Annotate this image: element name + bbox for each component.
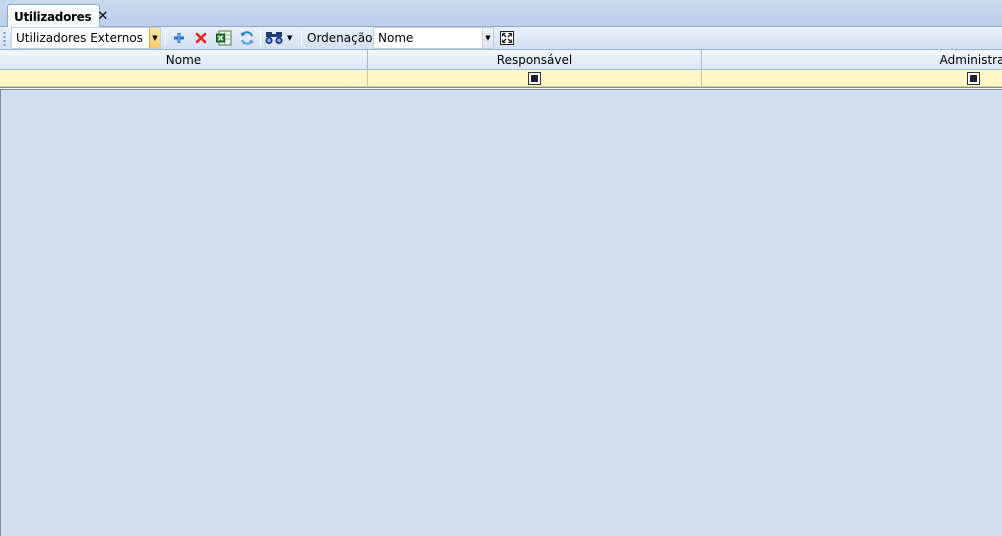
chevron-down-icon[interactable]: ▼ <box>482 28 493 48</box>
toolbar-separator <box>165 30 166 46</box>
fit-columns-button[interactable] <box>497 29 517 47</box>
toolbar-separator <box>260 30 261 46</box>
responsavel-filter-checkbox[interactable] <box>528 72 541 85</box>
close-icon[interactable]: ✕ <box>97 10 108 23</box>
refresh-button[interactable] <box>237 29 257 47</box>
filter-cell-administrador[interactable] <box>702 70 1002 87</box>
grid-body[interactable] <box>0 90 1002 536</box>
toolbar-grip[interactable] <box>3 31 6 46</box>
chevron-down-icon[interactable]: ▼ <box>287 34 292 42</box>
filter-row <box>0 70 1002 87</box>
order-dropdown-value: Nome <box>378 31 414 45</box>
indeterminate-check-icon <box>531 75 538 82</box>
refresh-icon <box>240 31 254 45</box>
tab-utilizadores[interactable]: Utilizadores ✕ <box>7 4 108 28</box>
administrador-filter-checkbox[interactable] <box>966 72 980 85</box>
toolbar: Utilizadores Externos ▼ ▼ Ordenação: Nom… <box>0 27 1002 50</box>
export-excel-button[interactable] <box>214 29 234 47</box>
indeterminate-check-icon <box>969 75 977 82</box>
tab-strip: Utilizadores ✕ <box>0 0 1002 28</box>
filter-dropdown-value: Utilizadores Externos <box>16 31 143 45</box>
delete-button[interactable] <box>191 29 211 47</box>
filter-dropdown[interactable]: Utilizadores Externos ▼ <box>11 27 161 49</box>
add-icon <box>174 33 184 43</box>
find-button[interactable]: ▼ <box>265 29 298 47</box>
tab-label: Utilizadores <box>14 9 92 24</box>
delete-icon <box>195 32 207 44</box>
add-button[interactable] <box>169 29 189 47</box>
column-header-responsavel[interactable]: Responsável <box>368 50 702 70</box>
excel-export-icon <box>216 30 232 46</box>
chevron-down-icon[interactable]: ▼ <box>149 28 160 48</box>
binoculars-icon <box>265 32 283 45</box>
order-dropdown[interactable]: Nome ▼ <box>373 27 494 49</box>
fit-columns-icon <box>500 31 514 45</box>
grid-header: Nome Responsável Administrador <box>0 50 1002 70</box>
filter-cell-responsavel[interactable] <box>368 70 702 87</box>
order-label: Ordenação: <box>307 31 377 45</box>
column-header-nome[interactable]: Nome <box>0 50 368 70</box>
column-header-administrador[interactable]: Administrador <box>702 50 1002 70</box>
toolbar-separator <box>301 30 302 46</box>
filter-cell-nome[interactable] <box>0 70 368 87</box>
